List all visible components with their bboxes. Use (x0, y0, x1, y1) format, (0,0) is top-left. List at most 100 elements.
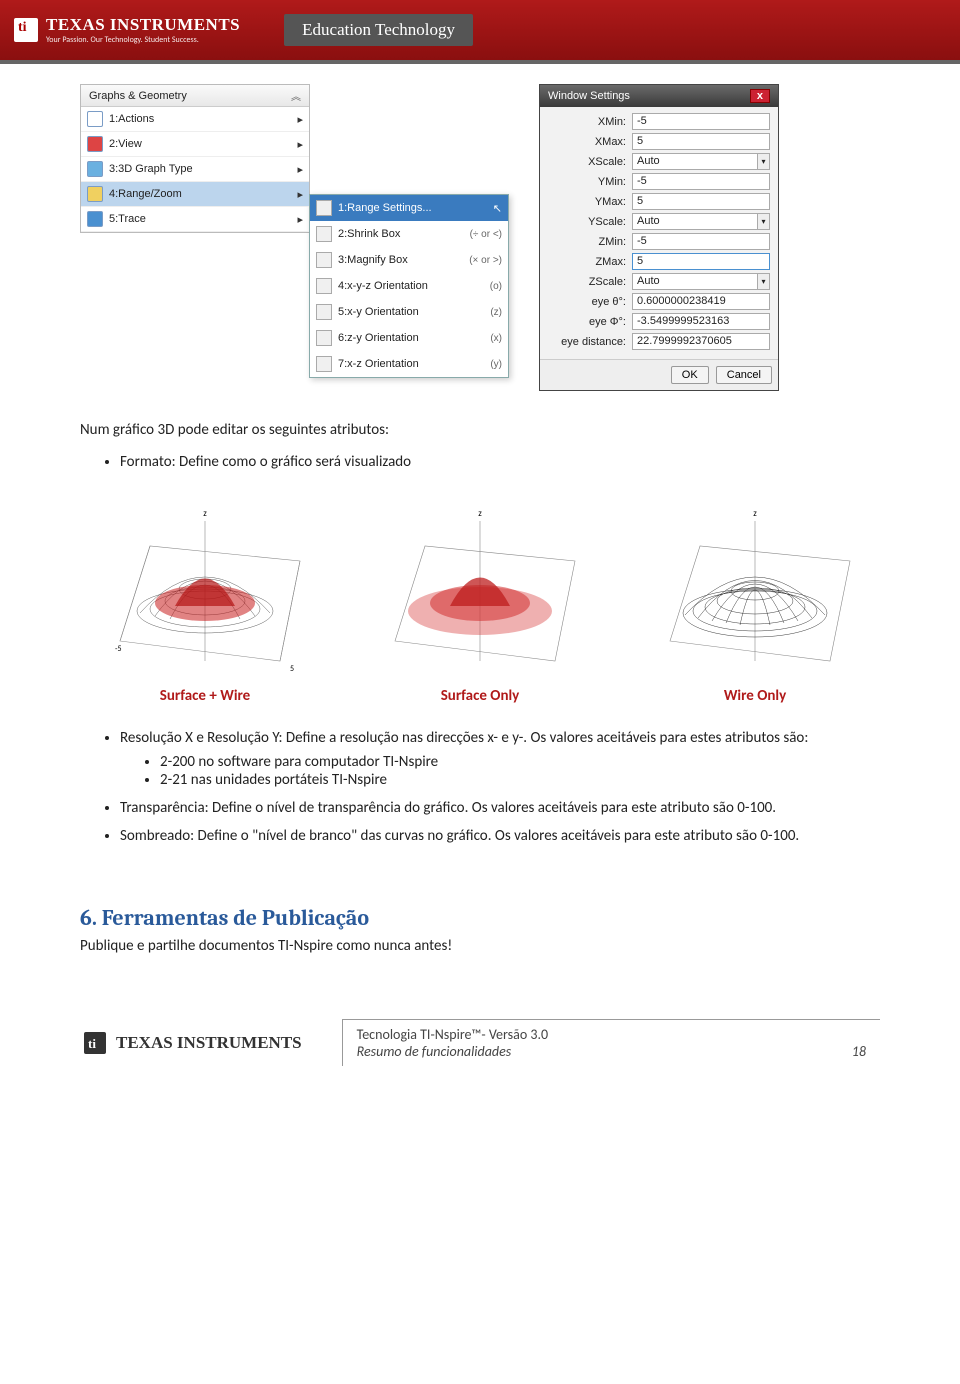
menu-title-bar[interactable]: Graphs & Geometry ︽ (81, 85, 309, 107)
footer-line1: Tecnologia TI-Nspire™- Versão 3.0 (357, 1026, 866, 1043)
cancel-button[interactable]: Cancel (716, 366, 772, 384)
dialog-body: XMin:-5 XMax:5 XScale:Auto▾ YMin:-5 YMax… (540, 107, 778, 359)
graph-surface-only: z (355, 501, 605, 681)
menu-label: 1:Actions (109, 113, 154, 125)
menu-item-trace[interactable]: 5:Trace ▸ (81, 207, 309, 232)
menu-label: 2:View (109, 138, 142, 150)
shortcut-hint: (× or >) (469, 255, 502, 266)
collapse-icon[interactable]: ︽ (291, 88, 301, 103)
shortcut-hint: (y) (490, 359, 502, 370)
ymin-label: YMin: (548, 176, 626, 188)
submenu-arrow-icon: ▸ (297, 213, 303, 226)
submenu-item-xz-orientation[interactable]: 7:x-z Orientation (y) (310, 351, 508, 377)
menu-title-text: Graphs & Geometry (89, 90, 187, 102)
dropdown-arrow-icon[interactable]: ▾ (758, 213, 770, 230)
xmax-input[interactable]: 5 (632, 133, 770, 150)
range-icon (87, 186, 103, 202)
yscale-select[interactable]: Auto (632, 213, 758, 230)
zscale-select[interactable]: Auto (632, 273, 758, 290)
range-settings-icon (316, 200, 332, 216)
brand-name: TEXAS INSTRUMENTS (46, 15, 240, 35)
zscale-label: ZScale: (548, 276, 626, 288)
footer-brand: TEXAS INSTRUMENTS (116, 1033, 302, 1053)
cube-icon (87, 161, 103, 177)
intro-paragraph: Num gráfico 3D pode editar os seguintes … (80, 421, 880, 439)
shortcut-hint: (x) (490, 333, 502, 344)
trace-icon (87, 211, 103, 227)
submenu-label: 1:Range Settings... (338, 202, 432, 214)
eye-theta-label: eye θ°: (548, 296, 626, 308)
shortcut-hint: (z) (490, 307, 502, 318)
submenu-item-magnify-box[interactable]: 3:Magnify Box (× or >) (310, 247, 508, 273)
dialog-title: Window Settings (548, 90, 630, 102)
education-technology-label: Education Technology (284, 14, 473, 46)
menu-item-range-zoom[interactable]: 4:Range/Zoom ▸ (81, 182, 309, 207)
caption-wire-only: Wire Only (630, 687, 880, 705)
dropdown-arrow-icon[interactable]: ▾ (758, 153, 770, 170)
zy-icon (316, 330, 332, 346)
submenu-item-xy-orientation[interactable]: 5:x-y Orientation (z) (310, 299, 508, 325)
submenu-item-zy-orientation[interactable]: 6:z-y Orientation (x) (310, 325, 508, 351)
submenu-arrow-icon: ▸ (297, 188, 303, 201)
submenu-label: 6:z-y Orientation (338, 332, 419, 344)
xscale-label: XScale: (548, 156, 626, 168)
caption-surface-only: Surface Only (355, 687, 605, 705)
eye-distance-input[interactable]: 22.7999992370605 (632, 333, 770, 350)
submenu-item-shrink-box[interactable]: 2:Shrink Box (÷ or <) (310, 221, 508, 247)
bullet-transparencia: Transparência: Define o nível de transpa… (120, 799, 880, 817)
sub-bullet-handheld: 2-21 nas unidades portáteis TI-Nspire (160, 771, 880, 789)
menu-item-view[interactable]: 2:View ▸ (81, 132, 309, 157)
range-zoom-submenu: 1:Range Settings... ↖ 2:Shrink Box (÷ or… (309, 194, 509, 378)
document-content: Num gráfico 3D pode editar os seguintes … (0, 401, 960, 1009)
xmin-label: XMin: (548, 116, 626, 128)
cursor-icon (87, 111, 103, 127)
shrink-icon (316, 226, 332, 242)
eye-phi-input[interactable]: -3.5499999523163 (632, 313, 770, 330)
menu-label: 3:3D Graph Type (109, 163, 193, 175)
submenu-label: 3:Magnify Box (338, 254, 408, 266)
page-number: 18 (852, 1043, 866, 1060)
footer-logo: ti TEXAS INSTRUMENTS (80, 1028, 302, 1058)
close-button[interactable]: x (750, 89, 770, 103)
graphs-geometry-menu: Graphs & Geometry ︽ 1:Actions ▸ 2:View ▸… (80, 84, 310, 233)
section-6-heading: 6. Ferramentas de Publicação (80, 905, 880, 931)
submenu-arrow-icon: ▸ (297, 113, 303, 126)
bullet-resolucao-text: Resolução X e Resolução Y: Define a reso… (120, 729, 808, 747)
bullet-formato: Formato: Define como o gráfico será visu… (120, 453, 880, 471)
caption-surface-wire: Surface + Wire (80, 687, 330, 705)
submenu-item-xyz-orientation[interactable]: 4:x-y-z Orientation (o) (310, 273, 508, 299)
xmin-input[interactable]: -5 (632, 113, 770, 130)
ok-button[interactable]: OK (671, 366, 709, 384)
screenshot-composite: Graphs & Geometry ︽ 1:Actions ▸ 2:View ▸… (0, 64, 960, 401)
sub-bullet-software: 2-200 no software para computador TI-Nsp… (160, 753, 880, 771)
zmin-input[interactable]: -5 (632, 233, 770, 250)
menu-item-3d-graph-type[interactable]: 3:3D Graph Type ▸ (81, 157, 309, 182)
submenu-label: 4:x-y-z Orientation (338, 280, 428, 292)
eye-distance-label: eye distance: (548, 336, 626, 348)
ymax-label: YMax: (548, 196, 626, 208)
bullet-resolucao: Resolução X e Resolução Y: Define a reso… (120, 729, 880, 789)
bullet-sombreado: Sombreado: Define o "nível de branco" da… (120, 827, 880, 845)
dropdown-arrow-icon[interactable]: ▾ (758, 273, 770, 290)
ymax-input[interactable]: 5 (632, 193, 770, 210)
ti-logo: TEXAS INSTRUMENTS Your Passion. Our Tech… (0, 15, 254, 45)
svg-text:5: 5 (290, 664, 294, 674)
footer-info-box: Tecnologia TI-Nspire™- Versão 3.0 Resumo… (342, 1019, 880, 1066)
page-footer: ti TEXAS INSTRUMENTS Tecnologia TI-Nspir… (0, 1009, 960, 1096)
xyz-icon (316, 278, 332, 294)
yscale-label: YScale: (548, 216, 626, 228)
menu-item-actions[interactable]: 1:Actions ▸ (81, 107, 309, 132)
submenu-label: 2:Shrink Box (338, 228, 400, 240)
svg-text:z: z (478, 508, 482, 519)
zmax-input[interactable]: 5 (632, 253, 770, 270)
xscale-select[interactable]: Auto (632, 153, 758, 170)
eye-phi-label: eye Φ°: (548, 316, 626, 328)
ymin-input[interactable]: -5 (632, 173, 770, 190)
svg-text:z: z (203, 508, 207, 519)
submenu-item-range-settings[interactable]: 1:Range Settings... ↖ (310, 195, 508, 221)
zmin-label: ZMin: (548, 236, 626, 248)
eye-theta-input[interactable]: 0.6000000238419 (632, 293, 770, 310)
dialog-titlebar[interactable]: Window Settings x (540, 85, 778, 107)
banner-header: TEXAS INSTRUMENTS Your Passion. Our Tech… (0, 0, 960, 64)
zmax-label: ZMax: (548, 256, 626, 268)
